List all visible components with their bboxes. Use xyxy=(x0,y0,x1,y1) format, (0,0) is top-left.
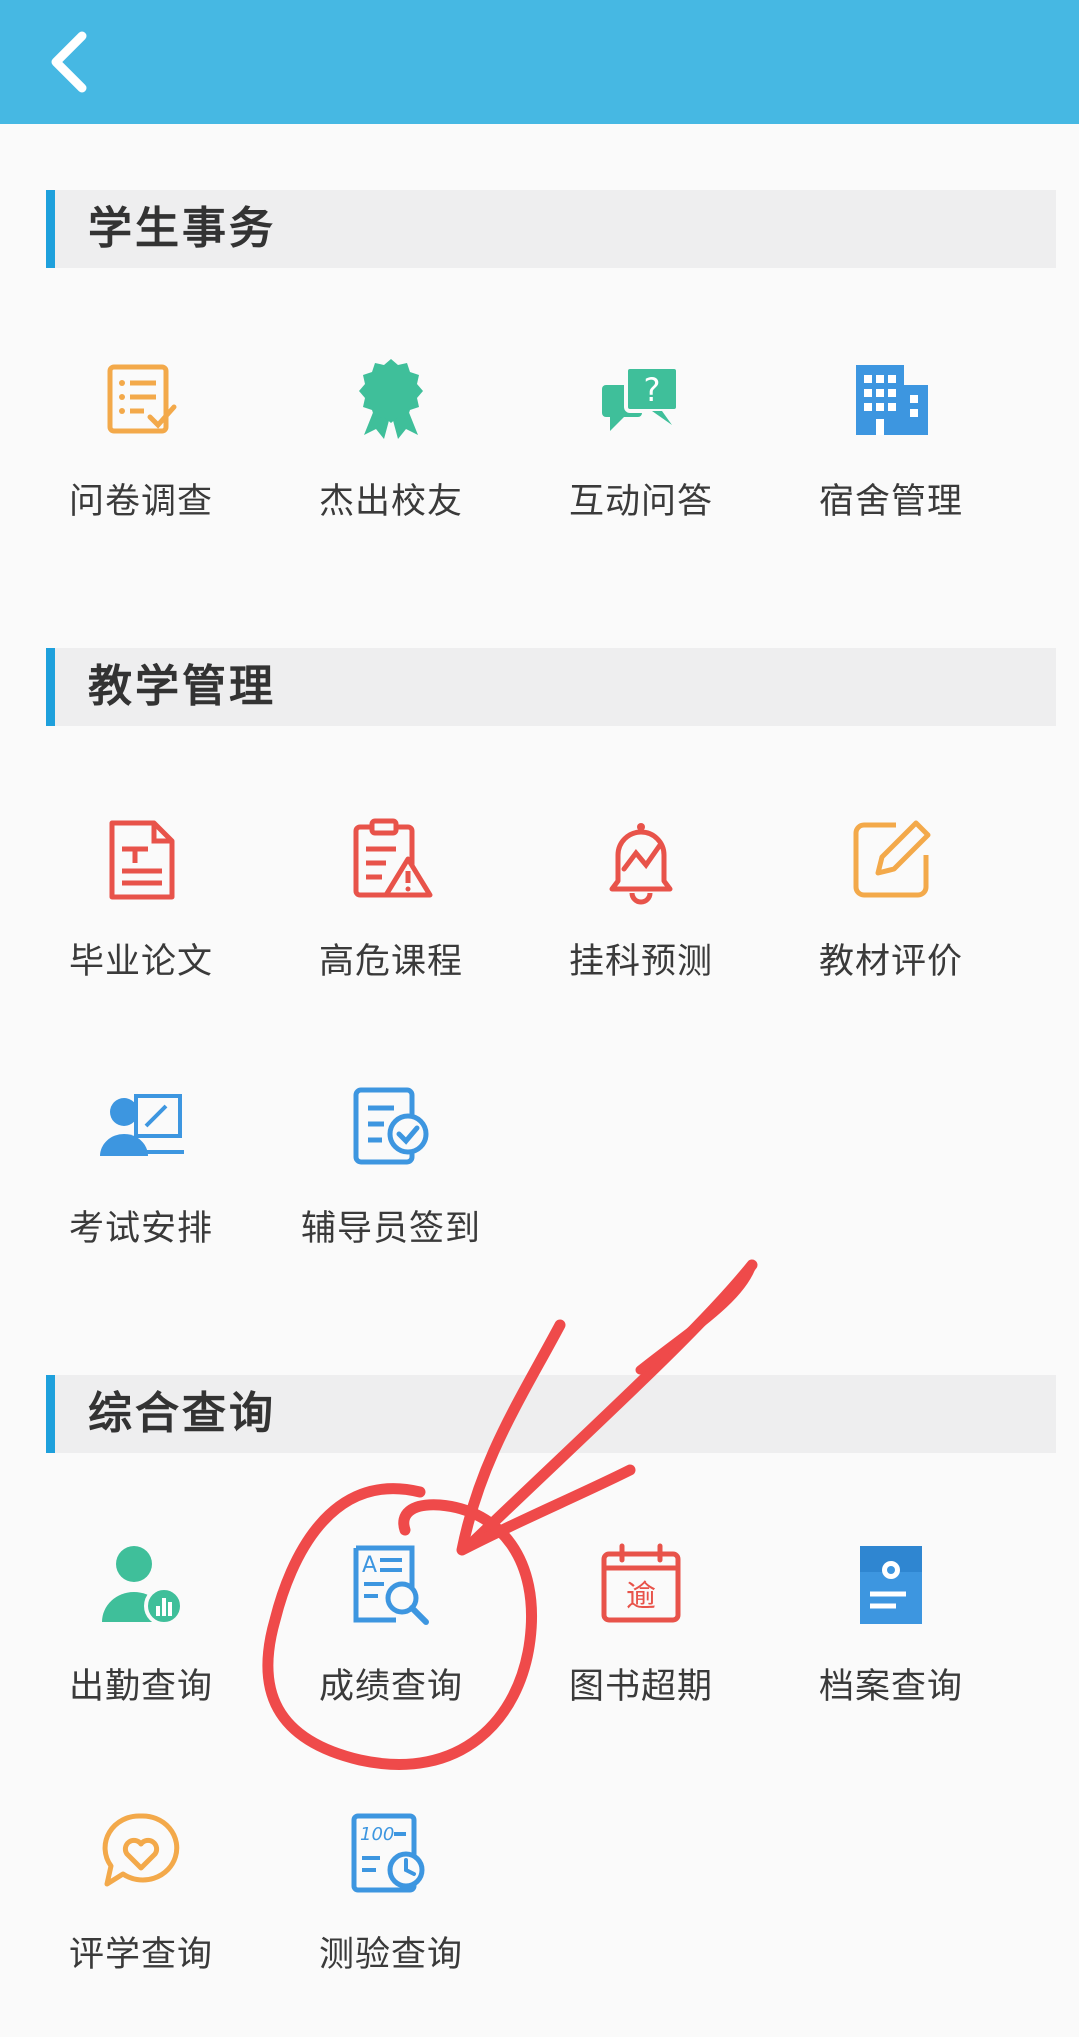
tile-label: 测验查询 xyxy=(318,1935,463,1975)
tile-counselor-checkin[interactable]: 辅导员签到 xyxy=(266,1082,516,1312)
award-ribbon-icon xyxy=(346,355,436,445)
tile-textbook-review[interactable]: 教材评价 xyxy=(766,815,1016,1045)
tile-archive-query[interactable]: 档案查询 xyxy=(766,1540,1016,1770)
bell-alert-icon xyxy=(596,815,686,905)
chat-question-icon: ? xyxy=(596,355,686,445)
tile-attendance[interactable]: 出勤查询 xyxy=(16,1540,266,1770)
calendar-glyph: 逾 xyxy=(626,1579,656,1614)
tile-label: 问卷调查 xyxy=(68,482,213,522)
section-header-general-query: 综合查询 xyxy=(46,1375,1056,1453)
tile-label: 挂科预测 xyxy=(568,942,713,982)
tile-label: 档案查询 xyxy=(818,1667,963,1707)
tile-label: 考试安排 xyxy=(68,1209,213,1249)
tile-fail-prediction[interactable]: 挂科预测 xyxy=(516,815,766,1045)
tile-quiz-query[interactable]: 100 测验查询 xyxy=(266,1808,516,2037)
tile-thesis[interactable]: 毕业论文 xyxy=(16,815,266,1045)
tile-book-overdue[interactable]: 逾 图书超期 xyxy=(516,1540,766,1770)
chevron-left-icon xyxy=(51,31,87,93)
tile-label: 互动问答 xyxy=(568,482,713,522)
section-accent-bar xyxy=(46,190,55,268)
tile-exam-schedule[interactable]: 考试安排 xyxy=(16,1082,266,1312)
tile-qa[interactable]: ? 互动问答 xyxy=(516,355,766,585)
tile-label: 成绩查询 xyxy=(318,1667,463,1707)
tile-evaluation-query[interactable]: 评学查询 xyxy=(16,1808,266,2037)
grade-search-icon: A xyxy=(346,1540,436,1630)
building-icon xyxy=(846,355,936,445)
thesis-document-icon xyxy=(96,815,186,905)
tile-label: 辅导员签到 xyxy=(300,1209,481,1249)
tile-dorm[interactable]: 宿舍管理 xyxy=(766,355,1016,585)
top-bar xyxy=(0,0,1079,124)
svg-text:A: A xyxy=(362,1553,377,1578)
section-title: 学生事务 xyxy=(88,203,276,254)
tile-grade-query[interactable]: A 成绩查询 xyxy=(266,1540,516,1770)
section-header-student-affairs: 学生事务 xyxy=(46,190,1056,268)
calendar-overdue-icon: 逾 xyxy=(596,1540,686,1630)
section-title: 教学管理 xyxy=(88,661,276,712)
tile-label: 图书超期 xyxy=(568,1667,713,1707)
tile-label: 宿舍管理 xyxy=(818,482,963,522)
tile-label: 杰出校友 xyxy=(318,482,463,522)
checklist-icon xyxy=(346,1082,436,1172)
user-stats-icon xyxy=(96,1540,186,1630)
survey-icon xyxy=(96,355,186,445)
tile-label: 高危课程 xyxy=(318,942,463,982)
tile-high-risk-course[interactable]: 高危课程 xyxy=(266,815,516,1045)
annotation-arrow-stroke xyxy=(635,1260,757,1375)
back-button[interactable] xyxy=(30,22,110,102)
svg-text:?: ? xyxy=(644,371,661,409)
tile-label: 出勤查询 xyxy=(68,1667,213,1707)
tile-label: 毕业论文 xyxy=(68,942,213,982)
test-score-icon: 100 xyxy=(346,1808,436,1898)
test-glyph: 100 xyxy=(360,1824,394,1845)
clipboard-warning-icon xyxy=(346,815,436,905)
tile-alumni[interactable]: 杰出校友 xyxy=(266,355,516,585)
heart-chat-icon xyxy=(96,1808,186,1898)
section-accent-bar xyxy=(46,1375,55,1453)
tile-label: 教材评价 xyxy=(818,942,963,982)
section-title: 综合查询 xyxy=(88,1388,276,1439)
archive-folder-icon xyxy=(846,1540,936,1630)
section-header-teaching: 教学管理 xyxy=(46,648,1056,726)
section-accent-bar xyxy=(46,648,55,726)
edit-square-icon xyxy=(846,815,936,905)
teacher-screen-icon xyxy=(96,1082,186,1172)
tile-survey[interactable]: 问卷调查 xyxy=(16,355,266,585)
tile-label: 评学查询 xyxy=(68,1935,213,1975)
